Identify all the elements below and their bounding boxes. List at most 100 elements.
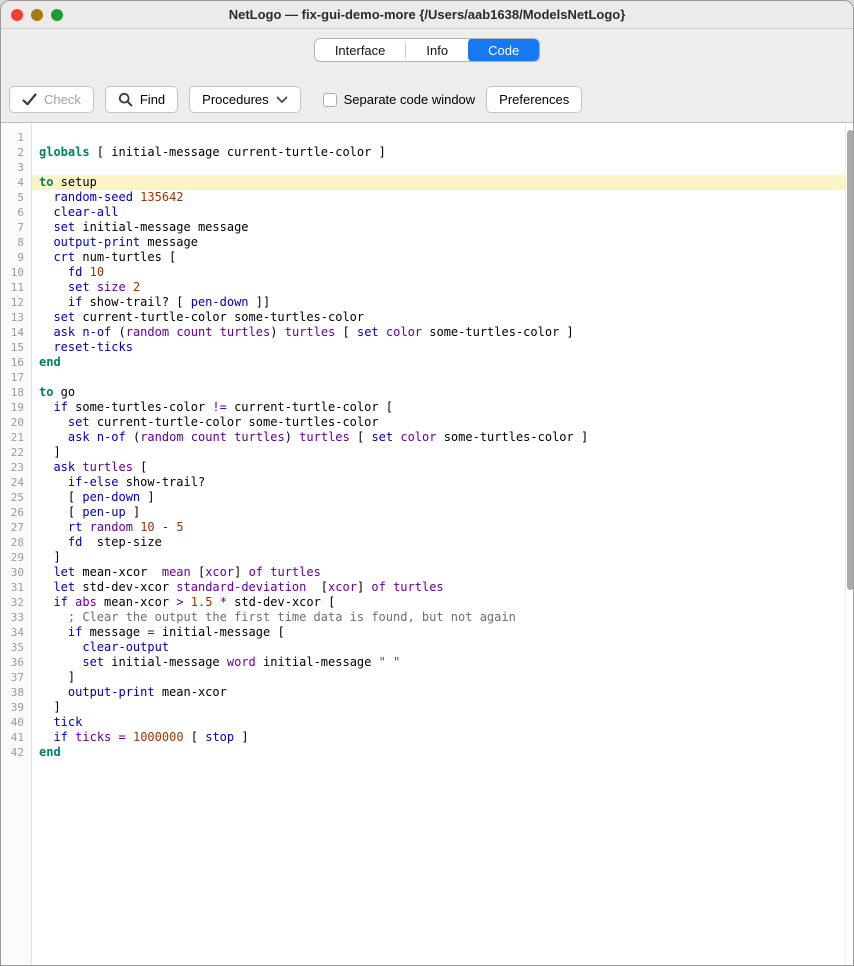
code-line[interactable]: set current-turtle-color some-turtles-co… xyxy=(32,415,854,430)
code-token: num-turtles [ xyxy=(75,250,176,264)
code-token: std-dev-xcor xyxy=(75,580,176,594)
tab-interface[interactable]: Interface xyxy=(315,38,406,62)
code-line[interactable]: ] xyxy=(32,550,854,565)
code-line[interactable] xyxy=(32,160,854,175)
code-line[interactable]: let std-dev-xcor standard-deviation [xco… xyxy=(32,580,854,595)
code-token: random-seed xyxy=(53,190,132,204)
separate-code-window-checkbox[interactable] xyxy=(323,93,337,107)
line-number: 6 xyxy=(1,205,31,220)
code-line[interactable]: rt random 10 - 5 xyxy=(32,520,854,535)
code-line[interactable]: if message = initial-message [ xyxy=(32,625,854,640)
check-button[interactable]: Check xyxy=(9,86,94,113)
code-line[interactable]: if some-turtles-color != current-turtle-… xyxy=(32,400,854,415)
find-button[interactable]: Find xyxy=(105,86,178,113)
code-token: * xyxy=(220,595,227,609)
code-token: clear-output xyxy=(82,640,169,654)
code-token: reset-ticks xyxy=(53,340,132,354)
code-token: ; Clear the output the first time data i… xyxy=(39,610,516,624)
code-line[interactable]: globals [ initial-message current-turtle… xyxy=(32,145,854,160)
scrollbar-thumb[interactable] xyxy=(847,130,854,590)
code-token: 5 xyxy=(176,520,183,534)
code-token: turtles xyxy=(234,430,285,444)
code-token: fd xyxy=(68,535,82,549)
code-token xyxy=(39,640,82,654)
code-editor[interactable]: 1234567891011121314151617181920212223242… xyxy=(1,122,854,966)
code-line[interactable]: crt num-turtles [ xyxy=(32,250,854,265)
code-line[interactable]: to setup xyxy=(32,175,854,190)
code-line[interactable]: reset-ticks xyxy=(32,340,854,355)
close-button[interactable] xyxy=(11,9,23,21)
zoom-button[interactable] xyxy=(51,9,63,21)
code-line[interactable] xyxy=(32,130,854,145)
code-token xyxy=(39,595,53,609)
tab-code[interactable]: Code xyxy=(468,38,539,62)
code-token: ( xyxy=(126,430,140,444)
code-line[interactable] xyxy=(32,370,854,385)
code-line[interactable]: ask n-of (random count turtles) turtles … xyxy=(32,430,854,445)
code-line[interactable]: set current-turtle-color some-turtles-co… xyxy=(32,310,854,325)
code-line[interactable]: let mean-xcor mean [xcor] of turtles xyxy=(32,565,854,580)
code-token: set xyxy=(53,220,75,234)
code-line[interactable]: [ pen-down ] xyxy=(32,490,854,505)
code-token: [ xyxy=(184,730,206,744)
code-line[interactable]: fd step-size xyxy=(32,535,854,550)
code-line[interactable]: random-seed 135642 xyxy=(32,190,854,205)
code-line[interactable]: to go xyxy=(32,385,854,400)
code-line[interactable]: fd 10 xyxy=(32,265,854,280)
code-token: set xyxy=(82,655,104,669)
code-line[interactable]: ] xyxy=(32,445,854,460)
code-line[interactable]: set size 2 xyxy=(32,280,854,295)
code-token: ] xyxy=(39,670,75,684)
code-line[interactable]: set initial-message word initial-message… xyxy=(32,655,854,670)
line-number: 34 xyxy=(1,625,31,640)
line-number: 10 xyxy=(1,265,31,280)
preferences-button[interactable]: Preferences xyxy=(486,86,582,113)
line-number: 18 xyxy=(1,385,31,400)
line-number: 5 xyxy=(1,190,31,205)
code-token: ] xyxy=(357,580,371,594)
code-line[interactable]: output-print message xyxy=(32,235,854,250)
code-line[interactable]: if show-trail? [ pen-down ]] xyxy=(32,295,854,310)
line-number: 23 xyxy=(1,460,31,475)
code-line[interactable]: if abs mean-xcor > 1.5 * std-dev-xcor [ xyxy=(32,595,854,610)
line-number: 16 xyxy=(1,355,31,370)
code-line[interactable]: clear-output xyxy=(32,640,854,655)
code-token: pen-down xyxy=(82,490,140,504)
scrollbar-track[interactable] xyxy=(845,123,854,966)
code-lines[interactable]: globals [ initial-message current-turtle… xyxy=(32,123,854,966)
code-line[interactable]: ask turtles [ xyxy=(32,460,854,475)
code-line[interactable]: tick xyxy=(32,715,854,730)
procedures-dropdown[interactable]: Procedures xyxy=(189,86,300,113)
code-line[interactable]: ; Clear the output the first time data i… xyxy=(32,610,854,625)
code-token: word xyxy=(227,655,256,669)
code-token xyxy=(126,280,133,294)
code-line[interactable]: ] xyxy=(32,670,854,685)
code-line[interactable]: end xyxy=(32,355,854,370)
code-token: [ xyxy=(39,505,82,519)
code-token: abs xyxy=(75,595,97,609)
minimize-button[interactable] xyxy=(31,9,43,21)
line-number: 11 xyxy=(1,280,31,295)
code-line[interactable]: [ pen-up ] xyxy=(32,505,854,520)
code-token xyxy=(212,325,219,339)
code-token xyxy=(39,325,53,339)
code-token: standard-deviation xyxy=(176,580,306,594)
code-token: [ xyxy=(133,460,147,474)
code-line[interactable]: output-print mean-xcor xyxy=(32,685,854,700)
code-token: ] xyxy=(39,550,61,564)
code-line[interactable]: end xyxy=(32,745,854,760)
code-line[interactable]: clear-all xyxy=(32,205,854,220)
code-line[interactable]: set initial-message message xyxy=(32,220,854,235)
code-line[interactable]: if-else show-trail? xyxy=(32,475,854,490)
code-token: show-trail? xyxy=(118,475,205,489)
code-line[interactable]: if ticks = 1000000 [ stop ] xyxy=(32,730,854,745)
code-line[interactable]: ] xyxy=(32,700,854,715)
tab-info[interactable]: Info xyxy=(406,38,468,62)
code-token: output-print xyxy=(68,685,155,699)
line-number: 41 xyxy=(1,730,31,745)
code-token: rt xyxy=(68,520,82,534)
code-token xyxy=(39,565,53,579)
code-line[interactable]: ask n-of (random count turtles) turtles … xyxy=(32,325,854,340)
code-token: turtles xyxy=(220,325,271,339)
line-number: 15 xyxy=(1,340,31,355)
